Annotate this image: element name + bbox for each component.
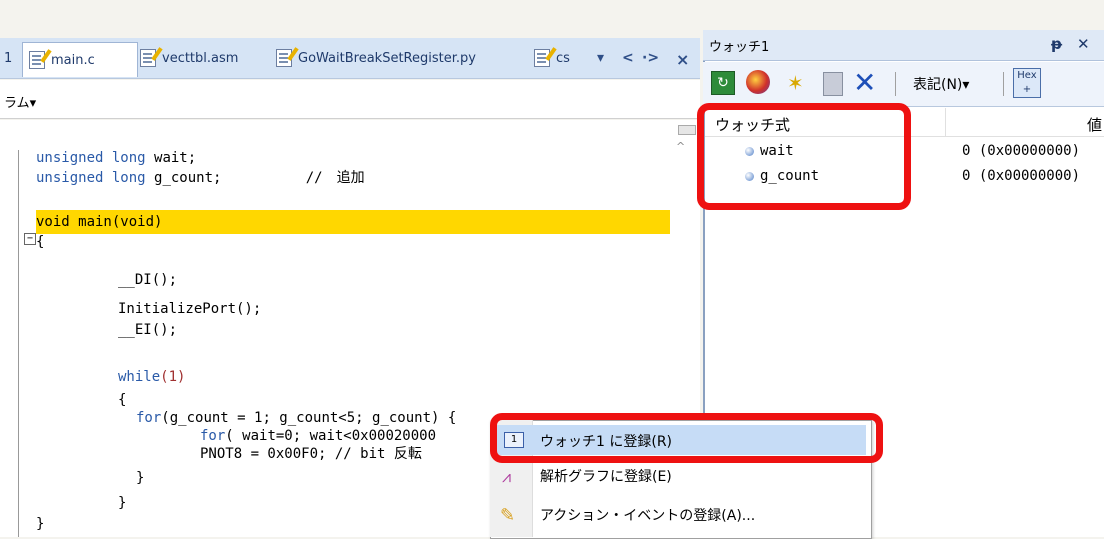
- code-line-close-while: }: [118, 495, 127, 511]
- scroll-up-icon[interactable]: ^: [676, 140, 685, 153]
- annotation-watch-highlight: [697, 103, 911, 210]
- watch-item-icon[interactable]: [823, 72, 843, 96]
- code-line-1: unsigned long wait;: [36, 150, 197, 166]
- hex-toggle-icon[interactable]: Hex +: [1013, 68, 1041, 98]
- watch-title: ウォッチ1: [709, 40, 770, 55]
- toolbar-separator: [895, 72, 896, 96]
- tab-label: cs: [556, 50, 570, 66]
- code-line-initport: InitializePort();: [118, 301, 262, 317]
- col-value: 値: [1087, 116, 1103, 134]
- code-line-ei: __EI();: [118, 322, 178, 338]
- code-line-brace: {: [118, 392, 127, 408]
- tab-previous-number[interactable]: 1: [4, 44, 12, 72]
- graph-icon: ⩘: [502, 467, 512, 486]
- notation-dropdown[interactable]: 表記(N)▾: [913, 74, 969, 94]
- add-watch-icon[interactable]: ✶: [787, 71, 804, 95]
- close-icon[interactable]: ✕: [1077, 35, 1090, 53]
- code-line-for-inner: for( wait=0; wait<0x00020000: [200, 428, 437, 444]
- program-menu[interactable]: ラム▾: [4, 92, 36, 111]
- watch-toolbar: ↻ ✶ ✕ 表記(N)▾ Hex +: [703, 62, 1104, 107]
- file-icon: [534, 49, 550, 67]
- col-divider[interactable]: [945, 108, 946, 136]
- code-line-close-main: }: [36, 516, 45, 532]
- menu-item-register-graph[interactable]: 解析グラフに登録(E): [540, 466, 672, 486]
- palette-icon[interactable]: [746, 70, 770, 94]
- code-line-2: unsigned long g_count; // 追加: [36, 170, 365, 186]
- tab-label: main.c: [51, 52, 95, 68]
- action-event-icon: ✎: [500, 505, 516, 526]
- editor-sub-toolbar: ラム▾: [0, 80, 700, 119]
- asm-file-icon: [140, 49, 156, 67]
- code-line-pnot8: PNOT8 = 0x00F0; // bit 反転: [200, 446, 422, 462]
- code-line-di: __DI();: [118, 272, 178, 288]
- scroll-tabs-right-icon[interactable]: ·>: [642, 50, 659, 66]
- pin-icon[interactable]: ᵽ: [1051, 35, 1062, 53]
- close-tab-icon[interactable]: ×: [676, 50, 689, 69]
- tab-gowaitbreak-py[interactable]: GoWaitBreakSetRegister.py: [276, 44, 476, 72]
- watch-value-wait: 0 (0x00000000): [962, 143, 1081, 159]
- tab-cs[interactable]: cs: [534, 44, 570, 72]
- tab-label: vecttbl.asm: [162, 50, 239, 66]
- annotation-menu-highlight: [490, 413, 883, 463]
- code-line-brace-open: {: [36, 234, 45, 250]
- code-line-close-for: }: [136, 470, 145, 486]
- editor-tab-bar: 1 main.c vecttbl.asm GoWaitBreakSetRegis…: [0, 38, 700, 79]
- tab-label: GoWaitBreakSetRegister.py: [298, 50, 476, 66]
- py-file-icon: [276, 49, 292, 67]
- editor-splitter[interactable]: [678, 125, 696, 135]
- tab-main-c[interactable]: main.c: [22, 42, 138, 77]
- tab-list-dropdown-icon[interactable]: ▾: [597, 50, 604, 66]
- editor-gutter-line: [18, 150, 19, 537]
- menu-item-action-event[interactable]: アクション・イベントの登録(A)...: [540, 505, 755, 525]
- c-file-icon: [29, 51, 45, 69]
- scroll-tabs-left-icon[interactable]: <: [622, 50, 634, 66]
- watch-title-bar: ウォッチ1 ᵽ ✕: [703, 30, 1104, 61]
- refresh-icon[interactable]: ↻: [711, 71, 735, 95]
- code-line-for-outer: for(g_count = 1; g_count<5; g_count) {: [136, 410, 457, 426]
- code-line-main: void main(void): [36, 214, 163, 230]
- toolbar-separator: [1003, 72, 1004, 96]
- watch-value-g-count: 0 (0x00000000): [962, 168, 1081, 184]
- delete-icon[interactable]: ✕: [853, 66, 876, 99]
- code-line-while: while(1): [118, 369, 186, 385]
- collapse-icon[interactable]: −: [24, 233, 36, 245]
- tab-vecttbl-asm[interactable]: vecttbl.asm: [140, 44, 238, 72]
